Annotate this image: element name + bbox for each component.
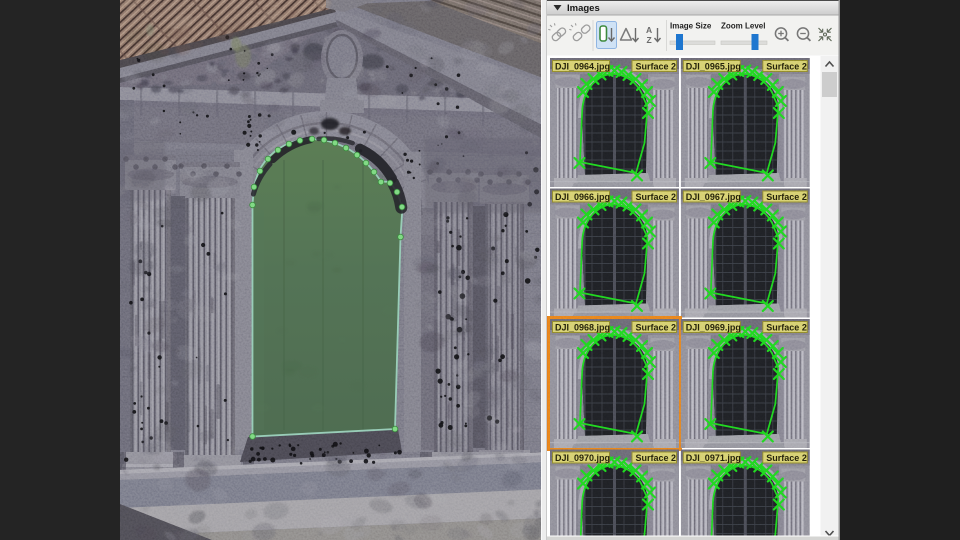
svg-text:Image Size: Image Size (670, 22, 712, 31)
svg-text:Zoom Level: Zoom Level (721, 22, 765, 31)
svg-text:Z: Z (647, 35, 652, 45)
svg-text:A: A (646, 25, 652, 35)
svg-text:Images: Images (567, 3, 600, 14)
